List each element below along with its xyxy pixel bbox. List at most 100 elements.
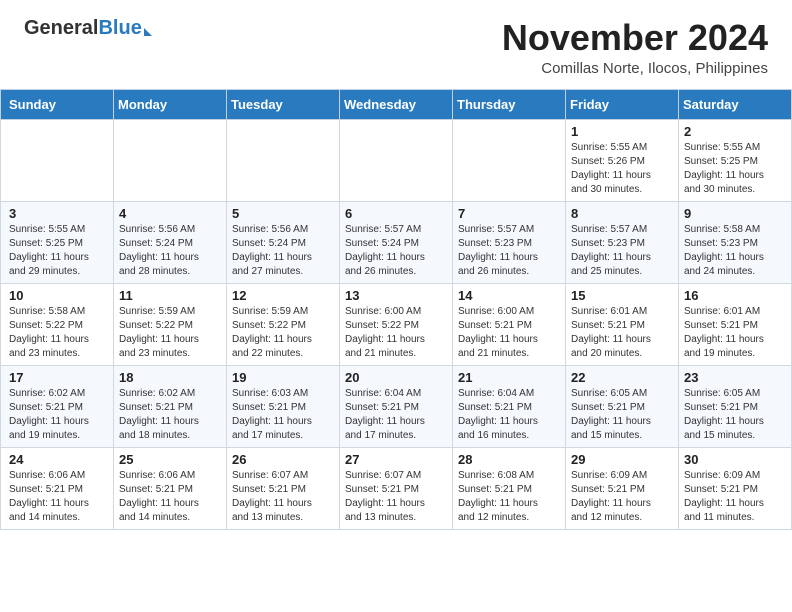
day-number: 13 <box>345 288 447 303</box>
calendar-day-cell: 28 Sunrise: 6:08 AM Sunset: 5:21 PM Dayli… <box>453 447 566 529</box>
calendar-day-cell: 14 Sunrise: 6:00 AM Sunset: 5:21 PM Dayli… <box>453 283 566 365</box>
calendar-day-cell: 20Sunrise: 6:04 AM Sunset: 5:21 PM Dayli… <box>340 365 453 447</box>
calendar-week-row: 24Sunrise: 6:06 AM Sunset: 5:21 PM Dayli… <box>1 447 792 529</box>
calendar-day-cell: 23 Sunrise: 6:05 AM Sunset: 5:21 PM Dayli… <box>679 365 792 447</box>
day-detail-text: Sunrise: 6:03 AM Sunset: 5:21 PM Dayligh… <box>232 387 334 443</box>
calendar-day-cell <box>453 119 566 201</box>
day-number: 30 <box>684 452 786 467</box>
calendar-week-row: 1Sunrise: 5:55 AM Sunset: 5:26 PM Daylig… <box>1 119 792 201</box>
day-number: 25 <box>119 452 221 467</box>
calendar-day-cell: 21Sunrise: 6:04 AM Sunset: 5:21 PM Dayli… <box>453 365 566 447</box>
calendar-day-cell: 17Sunrise: 6:02 AM Sunset: 5:21 PM Dayli… <box>1 365 114 447</box>
day-detail-text: Sunrise: 6:09 AM Sunset: 5:21 PM Dayligh… <box>684 469 786 525</box>
calendar-day-cell: 18 Sunrise: 6:02 AM Sunset: 5:21 PM Dayli… <box>114 365 227 447</box>
calendar-day-cell: 12 Sunrise: 5:59 AM Sunset: 5:22 PM Dayli… <box>227 283 340 365</box>
day-number: 10 <box>9 288 108 303</box>
calendar-day-cell: 13Sunrise: 6:00 AM Sunset: 5:22 PM Dayli… <box>340 283 453 365</box>
day-detail-text: Sunrise: 5:58 AM Sunset: 5:22 PM Dayligh… <box>9 305 108 361</box>
day-of-week-header: Monday <box>114 89 227 119</box>
day-detail-text: Sunrise: 6:01 AM Sunset: 5:21 PM Dayligh… <box>571 305 673 361</box>
day-number: 3 <box>9 206 108 221</box>
calendar-day-cell: 5Sunrise: 5:56 AM Sunset: 5:24 PM Daylig… <box>227 201 340 283</box>
day-number: 15 <box>571 288 673 303</box>
day-number: 22 <box>571 370 673 385</box>
calendar-day-cell: 7 Sunrise: 5:57 AM Sunset: 5:23 PM Daylig… <box>453 201 566 283</box>
day-detail-text: Sunrise: 5:59 AM Sunset: 5:22 PM Dayligh… <box>119 305 221 361</box>
day-number: 12 <box>232 288 334 303</box>
calendar-day-cell: 22 Sunrise: 6:05 AM Sunset: 5:21 PM Dayli… <box>566 365 679 447</box>
calendar-day-cell: 27Sunrise: 6:07 AM Sunset: 5:21 PM Dayli… <box>340 447 453 529</box>
day-detail-text: Sunrise: 6:00 AM Sunset: 5:21 PM Dayligh… <box>458 305 560 361</box>
calendar-day-cell: 24Sunrise: 6:06 AM Sunset: 5:21 PM Dayli… <box>1 447 114 529</box>
calendar-day-cell: 25Sunrise: 6:06 AM Sunset: 5:21 PM Dayli… <box>114 447 227 529</box>
calendar-day-cell <box>340 119 453 201</box>
title-block: November 2024 Comillas Norte, Ilocos, Ph… <box>502 18 768 77</box>
calendar-day-cell: 9 Sunrise: 5:58 AM Sunset: 5:23 PM Daylig… <box>679 201 792 283</box>
day-number: 16 <box>684 288 786 303</box>
calendar-day-cell: 30 Sunrise: 6:09 AM Sunset: 5:21 PM Dayli… <box>679 447 792 529</box>
location-subtitle: Comillas Norte, Ilocos, Philippines <box>502 60 768 77</box>
day-detail-text: Sunrise: 5:56 AM Sunset: 5:24 PM Dayligh… <box>119 223 221 279</box>
day-detail-text: Sunrise: 6:05 AM Sunset: 5:21 PM Dayligh… <box>684 387 786 443</box>
day-detail-text: Sunrise: 6:02 AM Sunset: 5:21 PM Dayligh… <box>119 387 221 443</box>
calendar-day-cell: 8 Sunrise: 5:57 AM Sunset: 5:23 PM Daylig… <box>566 201 679 283</box>
day-number: 2 <box>684 124 786 139</box>
day-detail-text: Sunrise: 6:07 AM Sunset: 5:21 PM Dayligh… <box>232 469 334 525</box>
day-of-week-header: Wednesday <box>340 89 453 119</box>
day-of-week-header: Tuesday <box>227 89 340 119</box>
day-number: 11 <box>119 288 221 303</box>
calendar-header: SundayMondayTuesdayWednesdayThursdayFrid… <box>1 89 792 119</box>
logo: General Blue <box>24 18 152 38</box>
day-detail-text: Sunrise: 6:01 AM Sunset: 5:21 PM Dayligh… <box>684 305 786 361</box>
day-detail-text: Sunrise: 6:05 AM Sunset: 5:21 PM Dayligh… <box>571 387 673 443</box>
day-number: 14 <box>458 288 560 303</box>
day-detail-text: Sunrise: 5:55 AM Sunset: 5:25 PM Dayligh… <box>9 223 108 279</box>
day-detail-text: Sunrise: 5:57 AM Sunset: 5:24 PM Dayligh… <box>345 223 447 279</box>
day-detail-text: Sunrise: 5:56 AM Sunset: 5:24 PM Dayligh… <box>232 223 334 279</box>
day-detail-text: Sunrise: 6:07 AM Sunset: 5:21 PM Dayligh… <box>345 469 447 525</box>
day-detail-text: Sunrise: 5:55 AM Sunset: 5:25 PM Dayligh… <box>684 141 786 197</box>
day-of-week-header: Friday <box>566 89 679 119</box>
day-detail-text: Sunrise: 5:57 AM Sunset: 5:23 PM Dayligh… <box>458 223 560 279</box>
day-number: 7 <box>458 206 560 221</box>
page-header: General Blue November 2024 Comillas Nort… <box>0 0 792 83</box>
day-detail-text: Sunrise: 6:08 AM Sunset: 5:21 PM Dayligh… <box>458 469 560 525</box>
day-detail-text: Sunrise: 5:55 AM Sunset: 5:26 PM Dayligh… <box>571 141 673 197</box>
day-number: 26 <box>232 452 334 467</box>
calendar-day-cell: 26 Sunrise: 6:07 AM Sunset: 5:21 PM Dayli… <box>227 447 340 529</box>
calendar-day-cell <box>114 119 227 201</box>
calendar-day-cell: 16 Sunrise: 6:01 AM Sunset: 5:21 PM Dayli… <box>679 283 792 365</box>
day-detail-text: Sunrise: 5:59 AM Sunset: 5:22 PM Dayligh… <box>232 305 334 361</box>
day-of-week-header: Sunday <box>1 89 114 119</box>
logo-triangle-icon <box>144 28 152 36</box>
calendar-week-row: 17 Sunrise: 6:02 AM Sunset: 5:21 PM Dayli… <box>1 365 792 447</box>
calendar-day-cell: 15 Sunrise: 6:01 AM Sunset: 5:21 PM Dayli… <box>566 283 679 365</box>
calendar-day-cell: 6Sunrise: 5:57 AM Sunset: 5:24 PM Daylig… <box>340 201 453 283</box>
day-detail-text: Sunrise: 5:57 AM Sunset: 5:23 PM Dayligh… <box>571 223 673 279</box>
calendar-day-cell: 4 Sunrise: 5:56 AM Sunset: 5:24 PM Daylig… <box>114 201 227 283</box>
calendar-day-cell: 2 Sunrise: 5:55 AM Sunset: 5:25 PM Daylig… <box>679 119 792 201</box>
logo-general-text: General <box>24 18 98 38</box>
day-number: 17 <box>9 370 108 385</box>
logo-blue-text: Blue <box>98 18 141 38</box>
day-number: 23 <box>684 370 786 385</box>
day-number: 29 <box>571 452 673 467</box>
day-of-week-header: Saturday <box>679 89 792 119</box>
day-number: 8 <box>571 206 673 221</box>
day-number: 9 <box>684 206 786 221</box>
day-number: 19 <box>232 370 334 385</box>
day-of-week-header: Thursday <box>453 89 566 119</box>
calendar-table: SundayMondayTuesdayWednesdayThursdayFrid… <box>0 89 792 530</box>
days-header-row: SundayMondayTuesdayWednesdayThursdayFrid… <box>1 89 792 119</box>
calendar-day-cell: 19 Sunrise: 6:03 AM Sunset: 5:21 PM Dayli… <box>227 365 340 447</box>
day-number: 4 <box>119 206 221 221</box>
calendar-day-cell: 29Sunrise: 6:09 AM Sunset: 5:21 PM Dayli… <box>566 447 679 529</box>
day-number: 18 <box>119 370 221 385</box>
calendar-day-cell: 10 Sunrise: 5:58 AM Sunset: 5:22 PM Dayli… <box>1 283 114 365</box>
calendar-day-cell <box>1 119 114 201</box>
day-detail-text: Sunrise: 5:58 AM Sunset: 5:23 PM Dayligh… <box>684 223 786 279</box>
day-number: 28 <box>458 452 560 467</box>
calendar-day-cell: 1Sunrise: 5:55 AM Sunset: 5:26 PM Daylig… <box>566 119 679 201</box>
day-number: 21 <box>458 370 560 385</box>
calendar-week-row: 10 Sunrise: 5:58 AM Sunset: 5:22 PM Dayli… <box>1 283 792 365</box>
